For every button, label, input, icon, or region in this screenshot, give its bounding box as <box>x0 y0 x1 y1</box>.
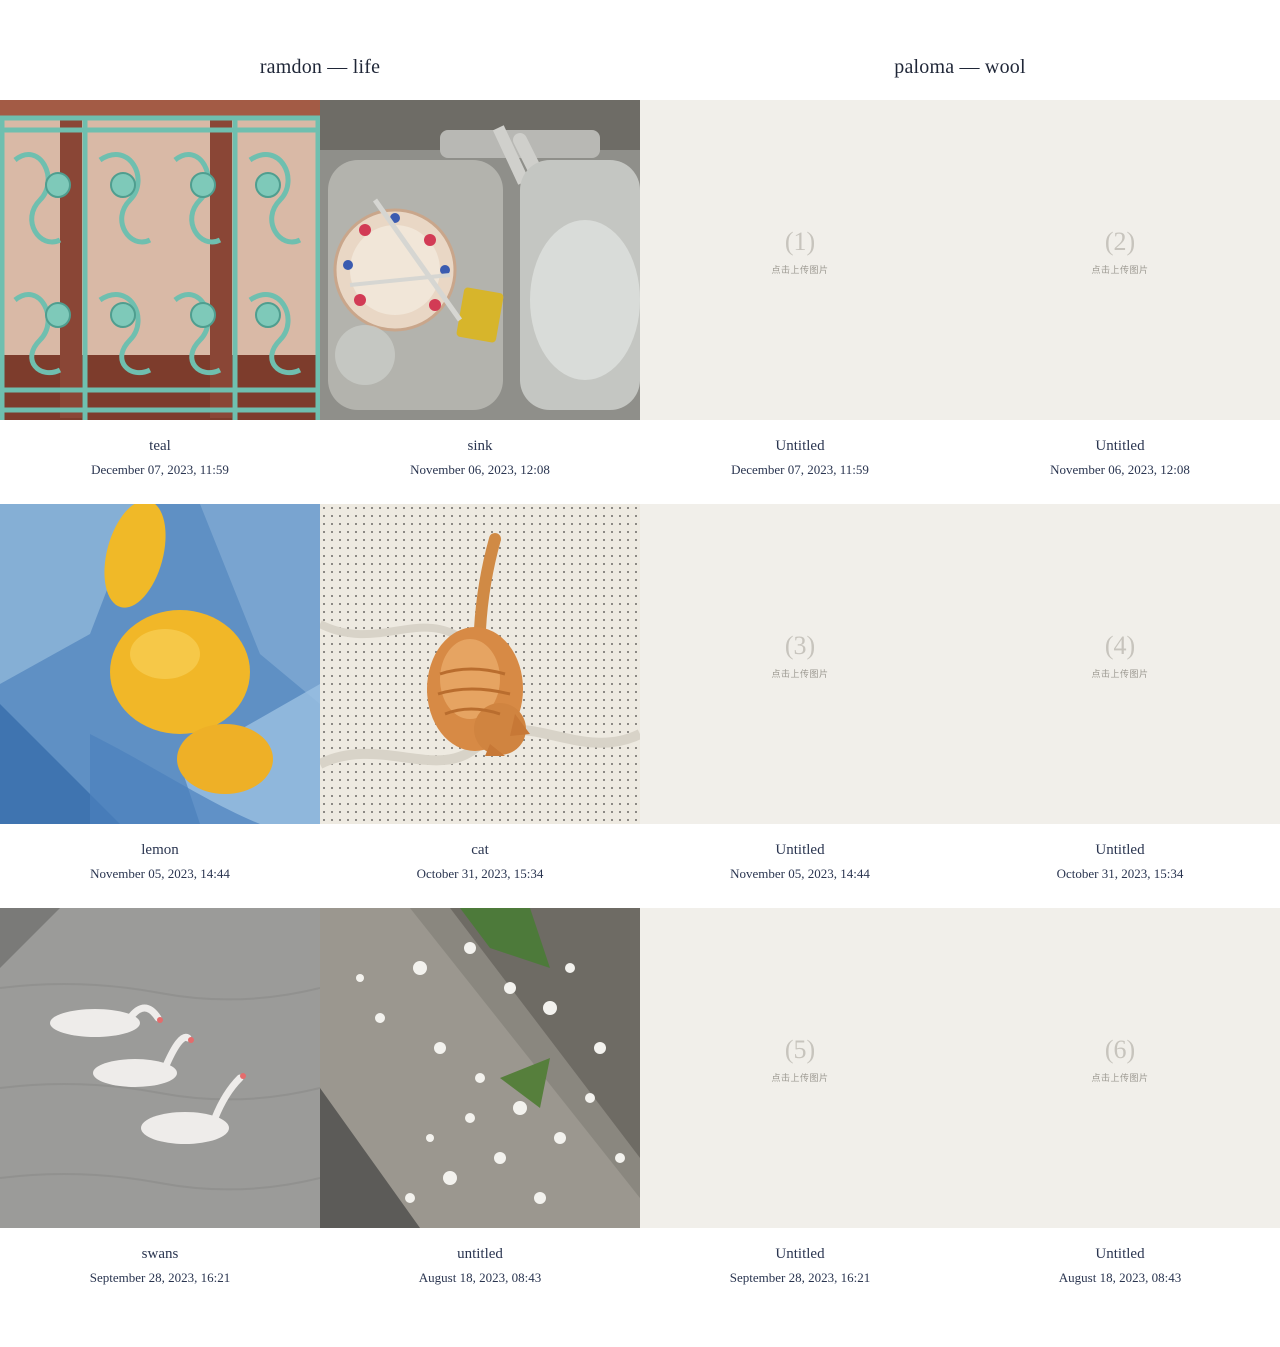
sink-image <box>320 100 640 420</box>
slot-caption: Untitled October 31, 2023, 15:34 <box>960 824 1280 908</box>
right-column-title: paloma — wool <box>894 56 1026 78</box>
photo-card-teal[interactable]: teal December 07, 2023, 11:59 <box>0 100 320 504</box>
slot-title: Untitled <box>1095 1246 1145 1262</box>
photo-caption: teal December 07, 2023, 11:59 <box>0 420 320 504</box>
slot-number: (1) <box>784 226 816 256</box>
grid-row: swans September 28, 2023, 16:21 untitled… <box>0 908 1280 1312</box>
upload-placeholder[interactable]: (6) 点击上传图片 <box>960 908 1280 1228</box>
upload-hint: 点击上传图片 <box>771 265 829 276</box>
photo-caption: swans September 28, 2023, 16:21 <box>0 1228 320 1312</box>
upload-slot-6[interactable]: (6) 点击上传图片 Untitled August 18, 2023, 08:… <box>960 908 1280 1312</box>
photo-card-sink[interactable]: sink November 06, 2023, 12:08 <box>320 100 640 504</box>
slot-title: Untitled <box>775 1246 825 1262</box>
slot-caption: Untitled August 18, 2023, 08:43 <box>960 1228 1280 1312</box>
photo-lemon[interactable] <box>0 504 320 824</box>
photo-cat[interactable] <box>320 504 640 824</box>
slot-number: (5) <box>784 1034 816 1064</box>
upload-slot-5[interactable]: (5) 点击上传图片 Untitled September 28, 2023, … <box>640 908 960 1312</box>
slot-date: August 18, 2023, 08:43 <box>1058 1270 1182 1285</box>
upload-slot-2[interactable]: (2) 点击上传图片 Untitled November 06, 2023, 1… <box>960 100 1280 504</box>
photo-date: October 31, 2023, 15:34 <box>416 866 544 881</box>
gallery-page: ramdon — life paloma — wool teal Decembe… <box>0 0 1280 1347</box>
photo-swans[interactable] <box>0 908 320 1228</box>
photo-title: teal <box>149 438 171 454</box>
slot-caption: Untitled November 06, 2023, 12:08 <box>960 420 1280 504</box>
photo-sink[interactable] <box>320 100 640 420</box>
slot-number: (3) <box>784 630 816 660</box>
slot-date: September 28, 2023, 16:21 <box>729 1270 871 1285</box>
cat-image <box>320 504 640 824</box>
slot-caption: Untitled September 28, 2023, 16:21 <box>640 1228 960 1312</box>
slot-date: October 31, 2023, 15:34 <box>1056 866 1184 881</box>
photo-caption: sink November 06, 2023, 12:08 <box>320 420 640 504</box>
photo-card-untitled[interactable]: untitled August 18, 2023, 08:43 <box>320 908 640 1312</box>
photo-date: August 18, 2023, 08:43 <box>418 1270 542 1285</box>
slot-caption: Untitled December 07, 2023, 11:59 <box>640 420 960 504</box>
slot-title: Untitled <box>1095 438 1145 454</box>
photo-date: September 28, 2023, 16:21 <box>89 1270 231 1285</box>
grid-row: teal December 07, 2023, 11:59 sink Novem… <box>0 100 1280 504</box>
swans-image <box>0 908 320 1228</box>
slot-title: Untitled <box>1095 842 1145 858</box>
photo-title: cat <box>471 842 489 858</box>
slot-number: (4) <box>1104 630 1136 660</box>
left-column-title: ramdon — life <box>259 56 381 78</box>
photo-date: November 06, 2023, 12:08 <box>410 462 550 477</box>
photo-caption: untitled August 18, 2023, 08:43 <box>320 1228 640 1312</box>
upload-placeholder[interactable]: (2) 点击上传图片 <box>960 100 1280 420</box>
teal-railing-image <box>0 100 320 420</box>
photo-date: December 07, 2023, 11:59 <box>91 462 229 477</box>
column-headers: ramdon — life paloma — wool <box>0 0 1280 100</box>
upload-hint: 点击上传图片 <box>771 669 829 680</box>
slot-title: Untitled <box>775 438 825 454</box>
upload-placeholder[interactable]: (5) 点击上传图片 <box>640 908 960 1228</box>
upload-slot-3[interactable]: (3) 点击上传图片 Untitled November 05, 2023, 1… <box>640 504 960 908</box>
photo-card-lemon[interactable]: lemon November 05, 2023, 14:44 <box>0 504 320 908</box>
photo-untitled[interactable] <box>320 908 640 1228</box>
upload-placeholder[interactable]: (3) 点击上传图片 <box>640 504 960 824</box>
slot-date: November 05, 2023, 14:44 <box>730 866 870 881</box>
slot-date: November 06, 2023, 12:08 <box>1050 462 1190 477</box>
photo-title: untitled <box>457 1246 503 1262</box>
photo-card-cat[interactable]: cat October 31, 2023, 15:34 <box>320 504 640 908</box>
photo-grid: teal December 07, 2023, 11:59 sink Novem… <box>0 100 1280 1312</box>
slot-number: (2) <box>1104 226 1136 256</box>
photo-title: lemon <box>141 842 179 858</box>
photo-teal[interactable] <box>0 100 320 420</box>
slot-title: Untitled <box>775 842 825 858</box>
photo-title: swans <box>141 1246 179 1262</box>
lemon-image <box>0 504 320 824</box>
slot-caption: Untitled November 05, 2023, 14:44 <box>640 824 960 908</box>
upload-hint: 点击上传图片 <box>1091 1073 1149 1084</box>
upload-slot-1[interactable]: (1) 点击上传图片 Untitled December 07, 2023, 1… <box>640 100 960 504</box>
upload-slot-4[interactable]: (4) 点击上传图片 Untitled October 31, 2023, 15… <box>960 504 1280 908</box>
upload-hint: 点击上传图片 <box>1091 669 1149 680</box>
upload-hint: 点击上传图片 <box>1091 265 1149 276</box>
photo-caption: lemon November 05, 2023, 14:44 <box>0 824 320 908</box>
photo-card-swans[interactable]: swans September 28, 2023, 16:21 <box>0 908 320 1312</box>
upload-placeholder[interactable]: (4) 点击上传图片 <box>960 504 1280 824</box>
upload-hint: 点击上传图片 <box>771 1073 829 1084</box>
photo-date: November 05, 2023, 14:44 <box>90 866 230 881</box>
photo-caption: cat October 31, 2023, 15:34 <box>320 824 640 908</box>
slot-number: (6) <box>1104 1034 1136 1064</box>
photo-title: sink <box>467 438 493 454</box>
slot-date: December 07, 2023, 11:59 <box>731 462 869 477</box>
grid-row: lemon November 05, 2023, 14:44 cat Octob… <box>0 504 1280 908</box>
petals-image <box>320 908 640 1228</box>
upload-placeholder[interactable]: (1) 点击上传图片 <box>640 100 960 420</box>
